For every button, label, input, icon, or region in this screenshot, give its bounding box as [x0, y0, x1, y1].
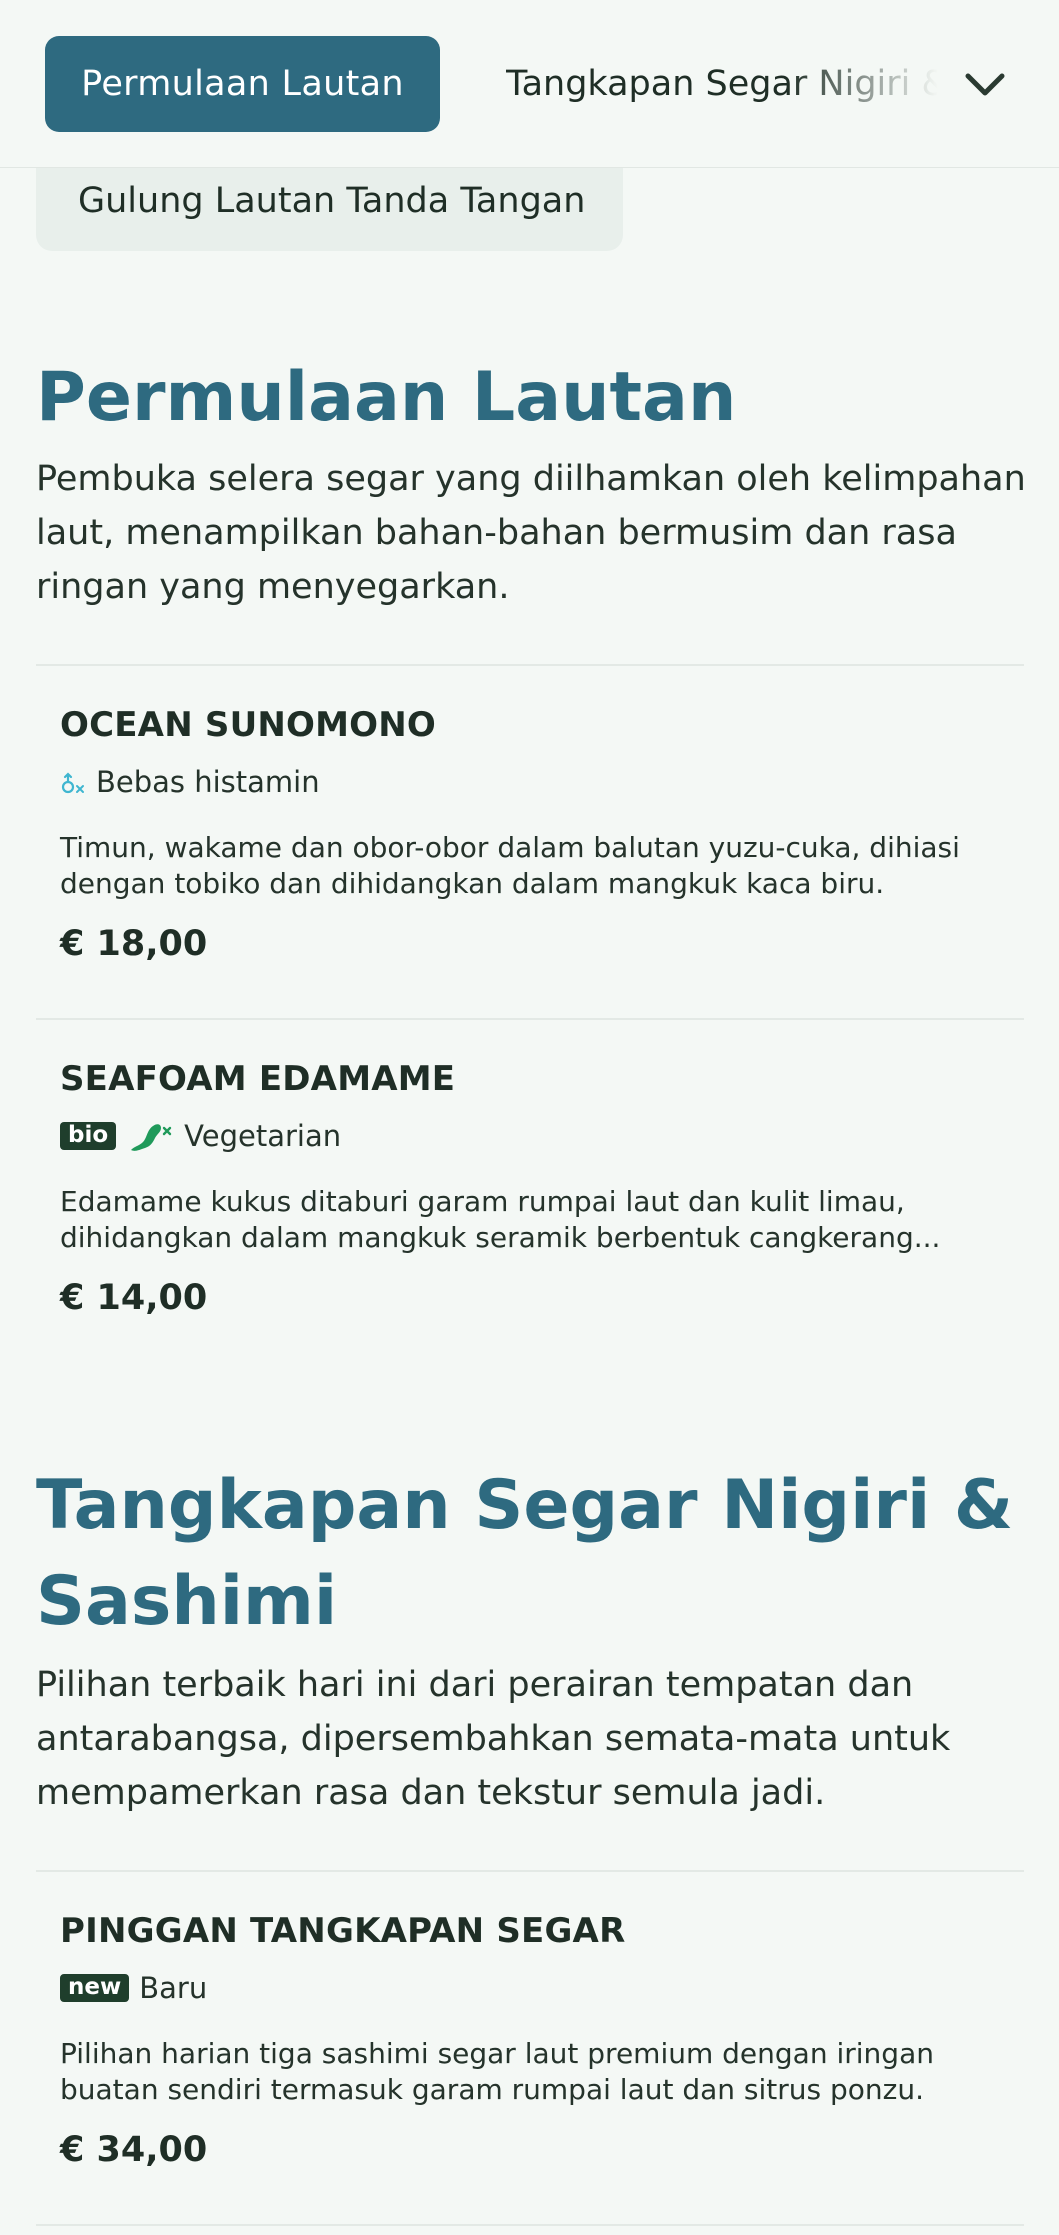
menu-item-description: Edamame kukus ditaburi garam rumpai laut… [60, 1185, 941, 1254]
section-description: Pilihan terbaik hari ini dari perairan t… [36, 1665, 951, 1813]
menu-item[interactable]: PINGGAN TANGKAPAN SEGAR new Baru Pilihan… [60, 1906, 1000, 2180]
menu-item-name: SEAFOAM EDAMAME [60, 1059, 456, 1099]
menu-item-tags: new Baru [60, 1968, 1000, 2008]
category-chip-label: Gulung Lautan Tanda Tangan [78, 181, 586, 221]
section-title: Permulaan Lautan [36, 358, 737, 437]
menu-item-tags: bio Vegetarian [60, 1116, 1000, 1156]
histamine-free-icon [60, 762, 86, 802]
category-tab-label: Tangkapan Segar Nigiri & Sashimi [506, 64, 938, 104]
vegetarian-icon [126, 1116, 174, 1156]
menu-item-tag-label: Baru [139, 1971, 208, 2005]
menu-item-price: € 18,00 [60, 924, 208, 964]
menu-item-tags: Bebas histamin [60, 762, 1000, 802]
category-tab-label: Permulaan Lautan [81, 64, 404, 104]
menu-item-description: Pilihan harian tiga sashimi segar laut p… [60, 2037, 934, 2106]
menu-item-name: OCEAN SUNOMONO [60, 705, 437, 745]
category-nav: Permulaan Lautan Tangkapan Segar Nigiri … [0, 0, 1059, 168]
section-title: Tangkapan Segar Nigiri & Sashimi [36, 1466, 1014, 1641]
menu-item-description: Timun, wakame dan obor-obor dalam baluta… [60, 831, 960, 900]
divider [36, 1870, 1024, 1872]
menu-item[interactable]: OCEAN SUNOMONO Bebas histamin Timun, wak… [60, 700, 1000, 974]
new-badge: new [60, 1974, 130, 2002]
menu-item-price: € 34,00 [60, 2130, 208, 2170]
category-tab-active[interactable]: Permulaan Lautan [45, 36, 440, 132]
menu-item-tag-label: Vegetarian [184, 1119, 342, 1153]
menu-page: Gulung Lautan Tanda Tangan Permulaan Lau… [0, 0, 1059, 2235]
chevron-down-icon[interactable] [960, 60, 1010, 110]
menu-item[interactable]: SEAFOAM EDAMAME bio Vegetarian Edamame k… [60, 1054, 1000, 1328]
menu-item-tag-label: Bebas histamin [96, 765, 320, 799]
divider [36, 2224, 1024, 2226]
menu-item-price: € 14,00 [60, 1278, 208, 1318]
divider [36, 1018, 1024, 1020]
divider [36, 664, 1024, 666]
category-tab-next[interactable]: Tangkapan Segar Nigiri & Sashimi [506, 36, 938, 132]
section-description: Pembuka selera segar yang diilhamkan ole… [36, 459, 1026, 607]
menu-item-name: PINGGAN TANGKAPAN SEGAR [60, 1911, 626, 1951]
bio-badge: bio [60, 1122, 117, 1150]
